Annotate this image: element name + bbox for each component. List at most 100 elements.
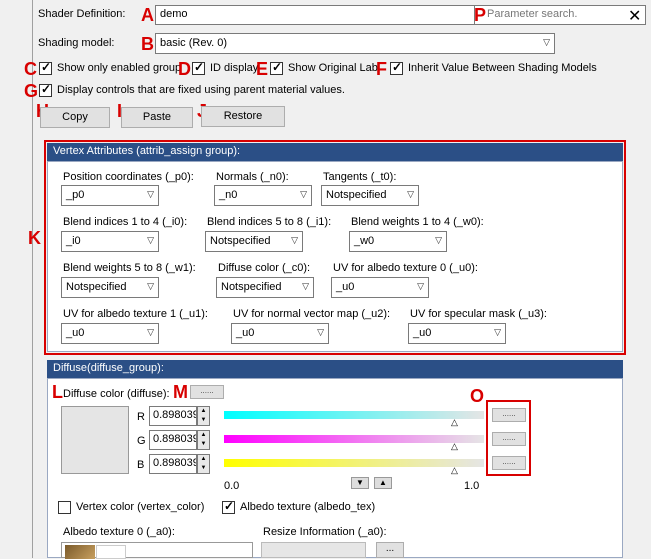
- texture-thumbnail: [65, 545, 95, 559]
- channel-b-spinner[interactable]: ▲ ▼: [197, 454, 210, 474]
- parameter-search-input[interactable]: Parameter search.: [474, 5, 646, 25]
- channel-r-slider[interactable]: [224, 411, 484, 419]
- field-label-blend-indices-1: Blend indices 1 to 4 (_i0):: [63, 216, 188, 228]
- channel-g-label: G: [137, 435, 146, 447]
- chevron-down-icon: ▽: [407, 189, 414, 199]
- paste-button[interactable]: Paste: [121, 107, 193, 128]
- id-display-checkbox[interactable]: [192, 60, 205, 75]
- marker-m: M: [173, 382, 188, 402]
- channel-g-slider[interactable]: [224, 435, 484, 443]
- diffuse-color-value: Notspecified: [221, 281, 282, 293]
- diffuse-color-label: Diffuse color (diffuse):: [63, 388, 170, 400]
- range-min-label: 0.0: [224, 480, 240, 492]
- marker-c: C: [24, 59, 37, 79]
- chevron-down-icon: ▽: [317, 327, 324, 337]
- channel-g-input[interactable]: 0.898039: [149, 430, 197, 450]
- channel-b-input[interactable]: 0.898039: [149, 454, 197, 474]
- diffuse-group-header: Diffuse(diffuse_group):: [47, 360, 623, 378]
- field-label-uv-albedo-0: UV for albedo texture 0 (_u0):: [333, 262, 478, 274]
- channel-g-thumb[interactable]: △: [451, 441, 458, 452]
- chevron-down-icon: ▽: [302, 281, 309, 291]
- marker-f: F: [376, 59, 387, 79]
- range-decrease-button[interactable]: ▼: [351, 477, 369, 489]
- blend-indices-2-select[interactable]: Notspecified ▽: [205, 231, 303, 252]
- channel-b-thumb[interactable]: △: [451, 465, 458, 476]
- field-label-uv-specular: UV for specular mask (_u3):: [410, 308, 547, 320]
- diffuse-color-select[interactable]: Notspecified ▽: [216, 277, 314, 298]
- vertex-group-header: Vertex Attributes (attrib_assign group):: [47, 143, 623, 161]
- chevron-down-icon: ▽: [494, 327, 501, 337]
- channel-b-options-button[interactable]: ......: [492, 456, 526, 470]
- marker-d: D: [178, 59, 191, 79]
- vertex-color-label: Vertex color (vertex_color): [76, 501, 205, 513]
- channel-g-options-button[interactable]: ......: [492, 432, 526, 446]
- marker-a: A: [141, 5, 154, 25]
- display-fixed-label: Display controls that are fixed using pa…: [57, 84, 345, 96]
- blend-weights-2-select[interactable]: Notspecified ▽: [61, 277, 159, 298]
- marker-g: G: [24, 81, 39, 101]
- shader-definition-input[interactable]: demo: [155, 5, 475, 25]
- display-fixed-checkbox[interactable]: [39, 82, 52, 97]
- uv-normal-value: _u0: [236, 327, 255, 339]
- uv-specular-select[interactable]: _u0 ▽: [408, 323, 506, 344]
- marker-e: E: [256, 59, 269, 79]
- shading-model-label: Shading model:: [38, 37, 115, 49]
- uv-albedo-1-value: _u0: [66, 327, 85, 339]
- channel-r-spinner[interactable]: ▲ ▼: [197, 406, 210, 426]
- vertex-color-checkbox[interactable]: [58, 501, 71, 514]
- albedo-texture-slot[interactable]: [61, 542, 253, 559]
- blend-weights-2-value: Notspecified: [66, 281, 127, 293]
- chevron-down-icon: ▽: [147, 189, 154, 199]
- channel-r-thumb[interactable]: △: [451, 417, 458, 428]
- blend-weights-1-select[interactable]: _w0 ▽: [349, 231, 447, 252]
- resize-info-field: [261, 542, 366, 558]
- id-display-label: ID display: [210, 62, 259, 74]
- field-label-tangents: Tangents (_t0):: [323, 171, 397, 183]
- clear-search-icon[interactable]: ✕: [628, 6, 641, 26]
- marker-k: K: [28, 228, 41, 248]
- chevron-down-icon: ▽: [291, 235, 298, 245]
- range-increase-button[interactable]: ▲: [374, 477, 392, 489]
- show-original-label-checkbox[interactable]: [270, 60, 283, 75]
- field-label-uv-normal: UV for normal vector map (_u2):: [233, 308, 391, 320]
- shader-definition-label: Shader Definition:: [38, 8, 126, 20]
- restore-button[interactable]: Restore: [201, 106, 285, 127]
- position-value: _p0: [66, 189, 85, 201]
- normals-select[interactable]: _n0 ▽: [214, 185, 312, 206]
- tangents-value: Notspecified: [326, 189, 387, 201]
- albedo-tex0-label: Albedo texture 0 (_a0):: [63, 526, 175, 538]
- blend-indices-1-value: _i0: [66, 235, 81, 247]
- uv-specular-value: _u0: [413, 327, 432, 339]
- normals-value: _n0: [219, 189, 238, 201]
- uv-normal-select[interactable]: _u0 ▽: [231, 323, 329, 344]
- channel-g-spinner[interactable]: ▲ ▼: [197, 430, 210, 450]
- channel-r-options-button[interactable]: ......: [492, 408, 526, 422]
- marker-b: B: [141, 34, 154, 54]
- channel-b-label: B: [137, 459, 145, 471]
- inherit-value-checkbox[interactable]: [390, 60, 403, 75]
- blend-indices-1-select[interactable]: _i0 ▽: [61, 231, 159, 252]
- chevron-down-icon: ▽: [435, 235, 442, 245]
- marker-o: O: [470, 386, 485, 406]
- chevron-down-icon: ▽: [417, 281, 424, 291]
- copy-button[interactable]: Copy: [40, 107, 110, 128]
- uv-albedo-1-select[interactable]: _u0 ▽: [61, 323, 159, 344]
- tangents-select[interactable]: Notspecified ▽: [321, 185, 419, 206]
- channel-b-slider[interactable]: [224, 459, 484, 467]
- diffuse-color-options-button[interactable]: ......: [190, 385, 224, 399]
- channel-r-input[interactable]: 0.898039: [149, 406, 197, 426]
- inherit-value-label: Inherit Value Between Shading Models: [408, 62, 597, 74]
- uv-albedo-0-select[interactable]: _u0 ▽: [331, 277, 429, 298]
- resize-info-button[interactable]: ...: [376, 542, 404, 558]
- show-original-label-label: Show Original Label: [288, 62, 378, 74]
- resize-info-label: Resize Information (_a0):: [263, 526, 387, 538]
- shading-model-select[interactable]: basic (Rev. 0) ▽: [155, 33, 555, 54]
- blend-weights-1-value: _w0: [354, 235, 375, 247]
- field-label-blend-weights-1: Blend weights 1 to 4 (_w0):: [351, 216, 484, 228]
- position-select[interactable]: _p0 ▽: [61, 185, 159, 206]
- show-only-enabled-checkbox[interactable]: [39, 60, 52, 75]
- albedo-texture-checkbox[interactable]: [222, 499, 235, 514]
- channel-r-label: R: [137, 411, 145, 423]
- field-label-normals: Normals (_n0):: [216, 171, 289, 183]
- color-preview-swatch[interactable]: [61, 406, 129, 474]
